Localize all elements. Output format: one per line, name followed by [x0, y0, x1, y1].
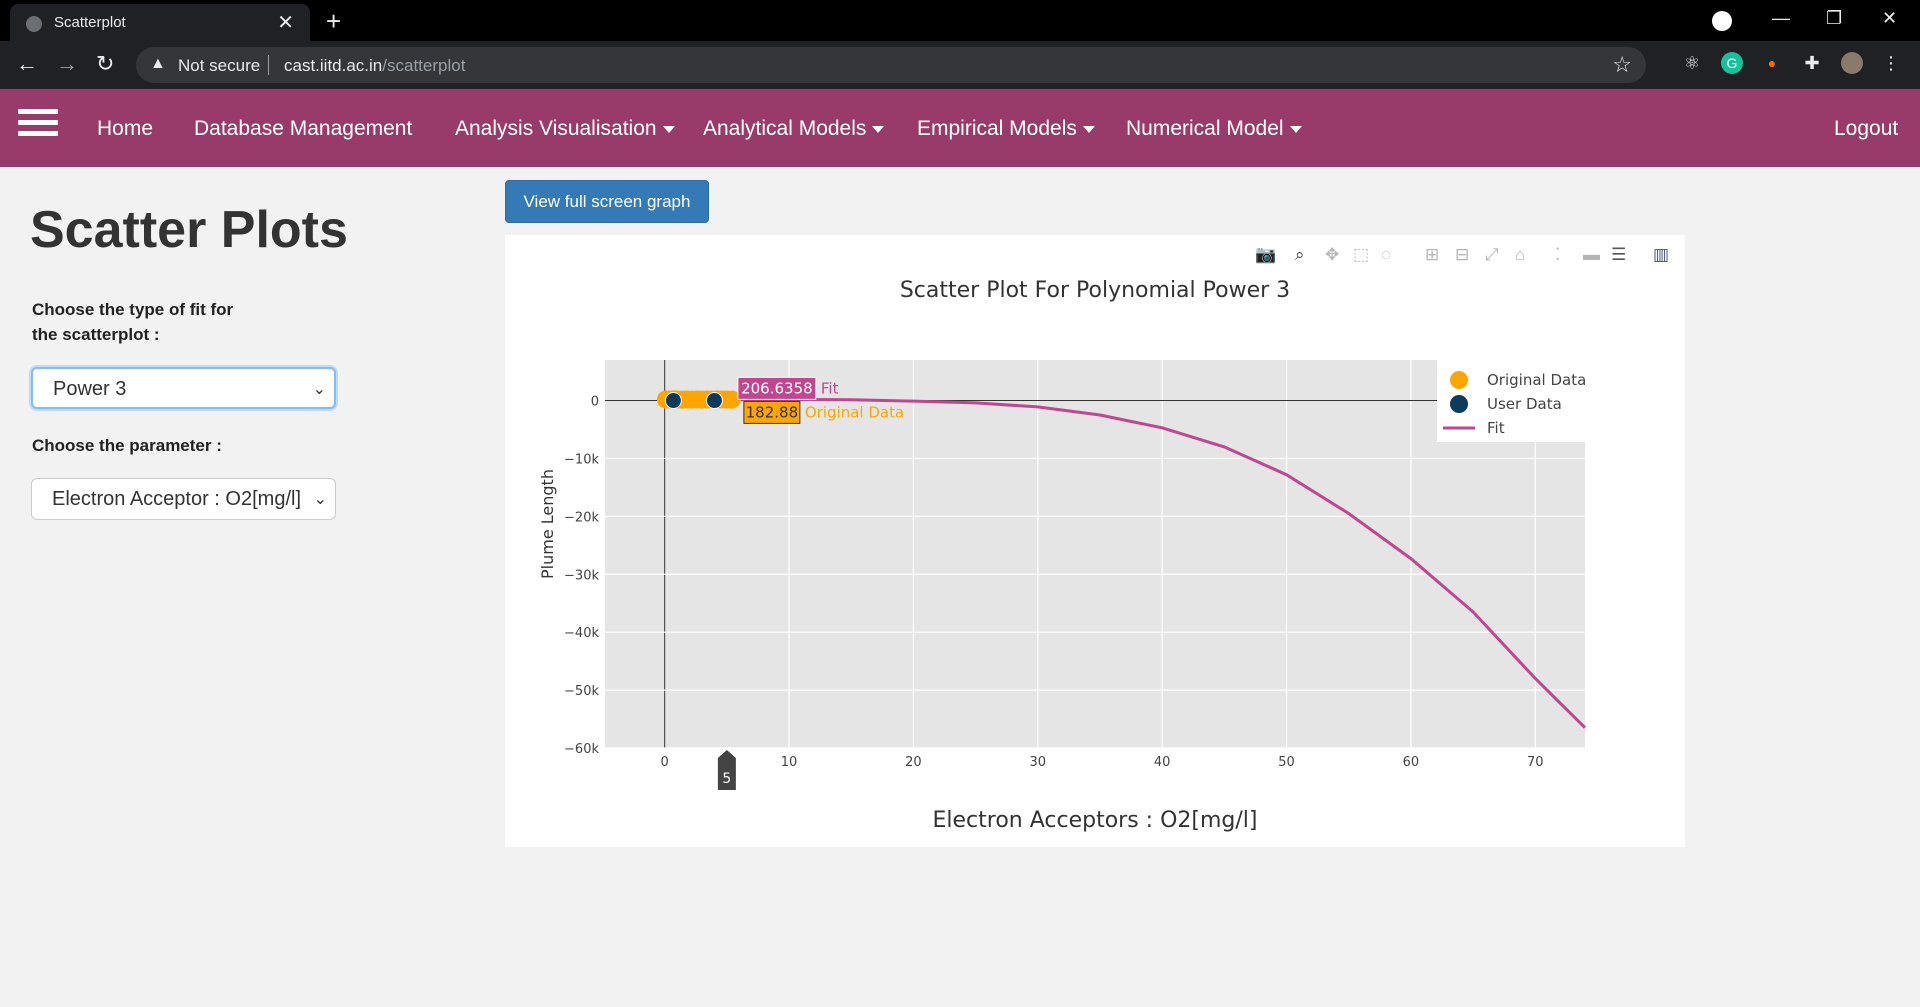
reload-icon[interactable]: ↻ [96, 51, 114, 77]
y-tick-label: −20k [564, 510, 599, 525]
parameter-value: Electron Acceptor : O2[mg/l] [52, 488, 301, 510]
chart-container: 📷 ⌕ ✥ ⬚ ◌ ⊞ ⊟ ⤢ ⌂ ⁚ ▬ ☰ ▥ Scatter Plot F… [505, 235, 1685, 847]
nav-logout[interactable]: Logout [1834, 117, 1898, 141]
parameter-label: Choose the parameter : [32, 436, 222, 455]
fire-extension-icon[interactable]: ● [1761, 52, 1783, 74]
y-tick-label: −60k [564, 742, 599, 757]
bookmark-star-icon[interactable]: ☆ [1612, 52, 1632, 78]
forward-icon[interactable]: → [56, 51, 78, 77]
x-tick-label: 60 [1403, 755, 1420, 770]
legend-swatch [1450, 395, 1468, 413]
chevron-down-icon: ⌄ [308, 379, 326, 399]
nav-numerical-label: Numerical Model [1126, 117, 1284, 140]
extensions-puzzle-icon[interactable]: ✚ [1801, 52, 1823, 74]
y-tick-label: −30k [564, 568, 599, 583]
hover-fit-name: Fit [821, 379, 839, 397]
nav-analysis-visualisation[interactable]: Analysis Visualisation [455, 117, 675, 141]
globe-icon [26, 16, 42, 32]
hover-fit-value: 206.6358 [741, 379, 813, 397]
nav-analytical-models[interactable]: Analytical Models [703, 117, 885, 141]
tab-search-icon[interactable] [1712, 11, 1732, 31]
nav-empirical-models[interactable]: Empirical Models [917, 117, 1095, 141]
y-axis-label: Plume Length [538, 469, 557, 579]
legend-label: Fit [1487, 419, 1505, 437]
fit-type-select[interactable]: Power 3 ⌄ [31, 367, 336, 409]
legend-label: Original Data [1487, 371, 1586, 389]
hover-orig-value: 182.88 [746, 403, 799, 421]
legend-swatch [1450, 371, 1468, 389]
hamburger-menu-icon[interactable] [18, 109, 58, 141]
profile-avatar[interactable] [1841, 52, 1863, 74]
user-data-point [664, 392, 682, 410]
page-title: Scatter Plots [30, 201, 348, 259]
chart-legend: Original Data User Data Fit [1437, 360, 1586, 442]
y-tick-label: −40k [564, 626, 599, 641]
x-tick-label: 40 [1154, 755, 1171, 770]
fit-type-label: Choose the type of fit for the scatterpl… [32, 300, 234, 344]
hover-orig-name: Original Data [805, 403, 904, 421]
minimize-icon[interactable]: — [1772, 8, 1790, 29]
url-path: /scatterplot [382, 56, 466, 75]
close-window-icon[interactable]: ✕ [1882, 8, 1897, 29]
nav-analysis-label: Analysis Visualisation [455, 117, 657, 140]
x-axis-label: Electron Acceptors : O2[mg/l] [933, 808, 1258, 833]
caret-down-icon [1082, 125, 1095, 133]
nav-home[interactable]: Home [97, 117, 153, 141]
url-bar[interactable]: ▲ Not secure cast.iitd.ac.in/scatterplot… [136, 47, 1646, 83]
fit-type-value: Power 3 [53, 378, 127, 400]
x-tick-label: 70 [1527, 755, 1544, 770]
react-extension-icon[interactable]: ⚛ [1681, 52, 1703, 74]
scatter-chart: Scatter Plot For Polynomial Power 3 0 10 2… [538, 278, 1586, 833]
browser-menu-icon[interactable]: ⋮ [1880, 52, 1902, 74]
user-data-point [705, 392, 723, 410]
warning-icon: ▲ [150, 55, 166, 72]
legend-label: User Data [1487, 395, 1562, 413]
url-separator [268, 55, 269, 75]
x-tick-label: 30 [1030, 755, 1047, 770]
chart-title: Scatter Plot For Polynomial Power 3 [900, 278, 1290, 303]
restore-icon[interactable]: ❐ [1826, 8, 1842, 29]
tab-title: Scatterplot [54, 14, 126, 31]
x-tick-label: 50 [1278, 755, 1295, 770]
app-navbar: Home Database Management Analysis Visual… [0, 89, 1920, 167]
nav-database-management[interactable]: Database Management [194, 117, 412, 141]
y-tick-label: 0 [591, 395, 599, 410]
y-tick-label: −50k [564, 684, 599, 699]
grammarly-extension-icon[interactable]: G [1721, 52, 1743, 74]
nav-analytical-label: Analytical Models [703, 117, 867, 140]
address-toolbar: ← → ↻ ▲ Not secure cast.iitd.ac.in/scatt… [0, 41, 1920, 89]
parameter-select[interactable]: Electron Acceptor : O2[mg/l] ⌄ [31, 478, 336, 520]
hover-x-label: 5 [722, 771, 731, 787]
new-tab-button[interactable]: + [326, 6, 341, 37]
close-tab-icon[interactable]: ✕ [277, 10, 294, 35]
x-tick-label: 0 [661, 755, 669, 770]
nav-numerical-model[interactable]: Numerical Model [1126, 117, 1302, 141]
y-tick-label: −10k [564, 452, 599, 467]
x-tick-label: 10 [781, 755, 798, 770]
browser-tab[interactable]: Scatterplot ✕ [10, 4, 310, 41]
back-icon[interactable]: ← [16, 51, 38, 77]
caret-down-icon [662, 125, 675, 133]
nav-empirical-label: Empirical Models [917, 117, 1077, 140]
caret-down-icon [872, 125, 885, 133]
chevron-down-icon: ⌄ [309, 489, 327, 509]
url-host: cast.iitd.ac.in [284, 56, 383, 75]
caret-down-icon [1289, 125, 1302, 133]
url-text[interactable]: cast.iitd.ac.in/scatterplot [284, 56, 465, 76]
view-fullscreen-button[interactable]: View full screen graph [505, 180, 709, 223]
security-label[interactable]: Not secure [178, 56, 260, 76]
browser-tab-strip: Scatterplot ✕ + — ❐ ✕ [0, 0, 1920, 41]
x-tick-label: 20 [905, 755, 922, 770]
points-layer [656, 390, 741, 410]
